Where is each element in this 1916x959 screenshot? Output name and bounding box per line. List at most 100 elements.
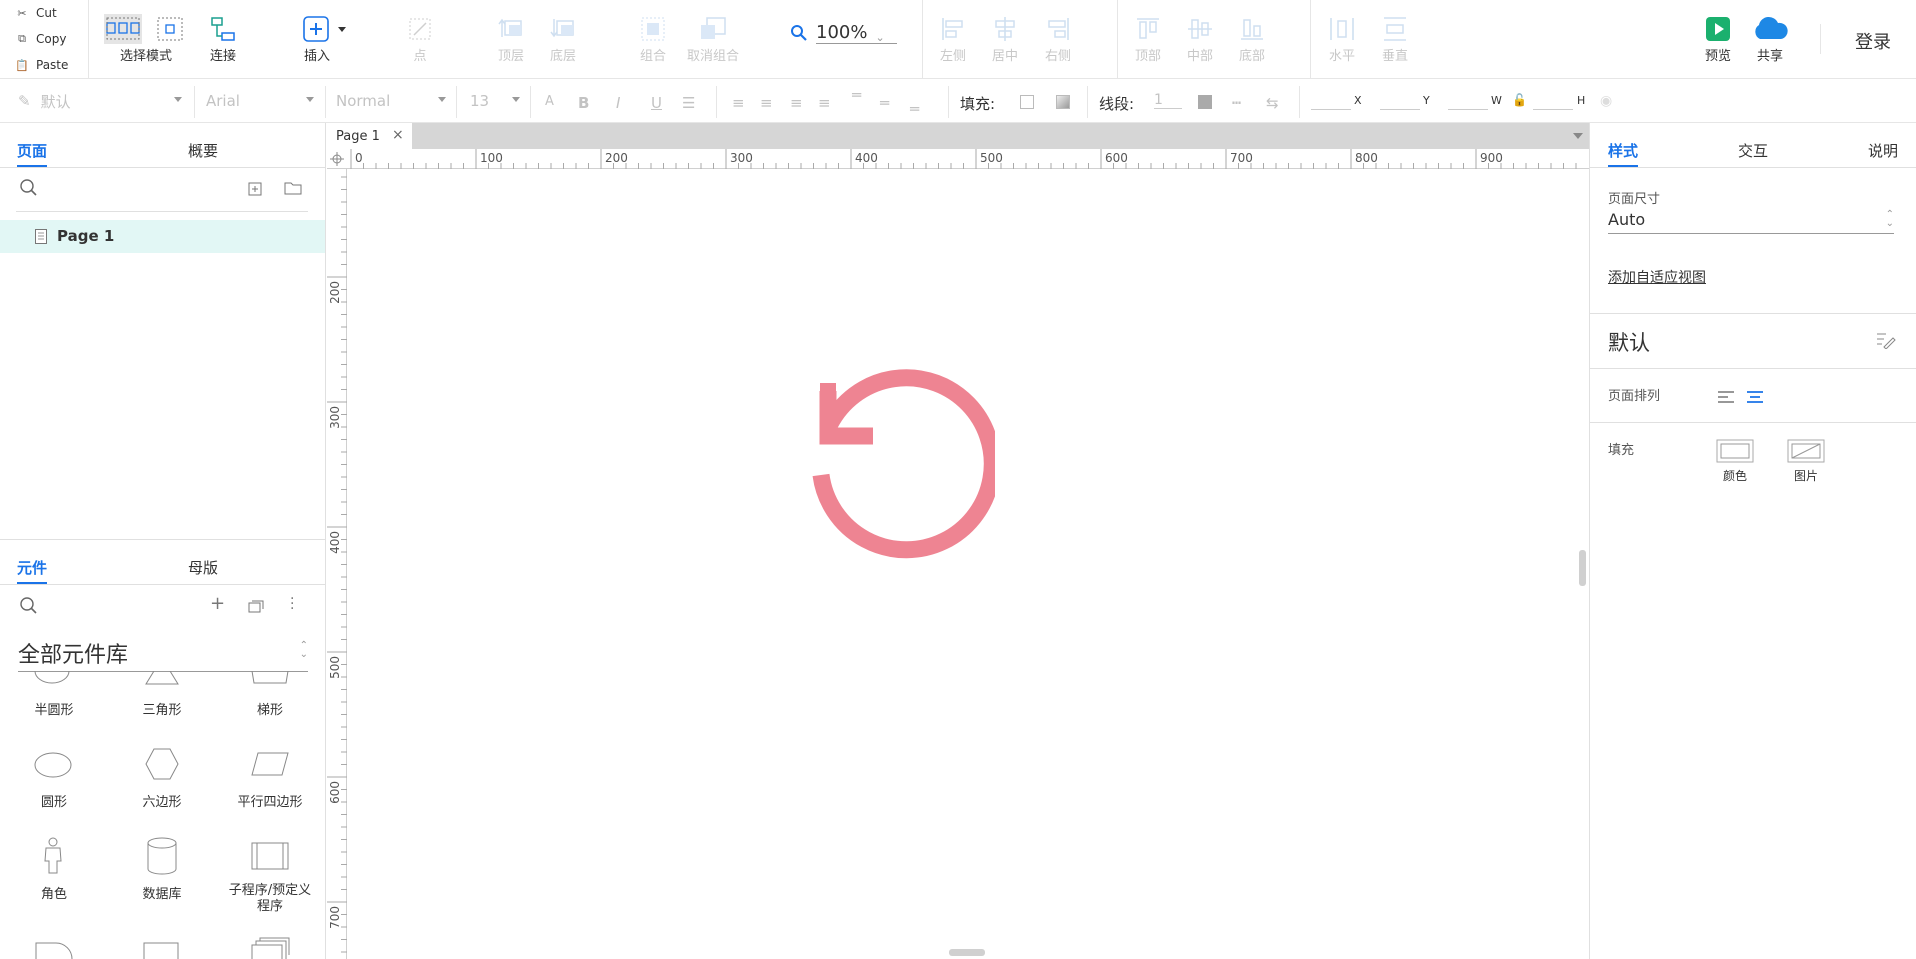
bold-icon[interactable]: B (578, 94, 589, 112)
divider (0, 167, 326, 168)
widget-circle[interactable]: 圆形 (0, 743, 108, 823)
add-folder-icon[interactable] (284, 180, 302, 199)
canvas-area[interactable]: Page 1 × 0 100 200 300 400 500 600 700 800 900 20… (327, 123, 1589, 959)
w-input[interactable] (1448, 92, 1488, 110)
tab-widgets[interactable]: 元件 (17, 557, 47, 578)
align-left-button[interactable]: 左侧 (938, 8, 968, 64)
font-family-dropdown[interactable]: Arial (206, 88, 314, 114)
ungroup-button[interactable]: 取消组合 (687, 8, 739, 64)
align-center-button[interactable]: 居中 (990, 8, 1020, 64)
distribute-vertical-button[interactable]: 垂直 (1380, 8, 1410, 64)
lock-icon[interactable]: 🔓 (1512, 93, 1527, 107)
valign-middle-icon[interactable]: ═ (880, 94, 889, 112)
login-link[interactable]: 登录 (1855, 28, 1891, 54)
preview-button[interactable]: 预览 (1703, 8, 1733, 64)
h-input[interactable] (1533, 92, 1573, 110)
divider (1590, 422, 1916, 423)
fill-image-option[interactable]: 图片 (1786, 439, 1826, 484)
valign-top-icon[interactable]: ═ (852, 86, 861, 104)
tab-masters[interactable]: 母版 (188, 557, 218, 578)
ruler-label: 700 (1230, 151, 1253, 165)
widget-search-icon[interactable] (20, 597, 38, 619)
stroke-color-swatch[interactable] (1198, 95, 1212, 109)
stroke-pattern-icon[interactable]: ┅ (1232, 94, 1241, 112)
distribute-horizontal-button[interactable]: 水平 (1327, 8, 1357, 64)
bottom-layer-button[interactable]: 底层 (548, 8, 578, 64)
insert-button[interactable]: 插入 (302, 8, 350, 64)
text-align-right-icon[interactable]: ≡ (790, 94, 803, 112)
library-stack-icon[interactable] (248, 598, 264, 617)
stroke-width-input[interactable]: 1 (1154, 92, 1182, 109)
widget-parallelogram[interactable]: 平行四边形 (216, 743, 324, 823)
search-icon[interactable] (20, 179, 38, 201)
add-library-icon[interactable]: + (210, 593, 225, 614)
text-align-left-icon[interactable]: ≡ (732, 94, 745, 112)
widget-hexagon[interactable]: 六边形 (108, 743, 216, 823)
vertical-scrollbar-thumb[interactable] (1579, 550, 1586, 586)
fill-color-icon (1716, 439, 1754, 463)
select-mode-button[interactable]: 选择模式 (104, 8, 188, 64)
style-dropdown[interactable]: ✎ 默认 (18, 88, 182, 114)
chevron-down-icon (438, 97, 446, 102)
font-color-icon[interactable]: A (545, 94, 554, 109)
text-justify-icon[interactable]: ≡ (818, 94, 831, 112)
font-weight-dropdown[interactable]: Normal (336, 88, 446, 114)
tab-notes[interactable]: 说明 (1868, 140, 1898, 161)
align-right-button[interactable]: 右侧 (1043, 8, 1073, 64)
tab-page-1[interactable]: Page 1 × (327, 123, 412, 149)
x-input[interactable] (1311, 92, 1351, 110)
align-top-button[interactable]: 顶部 (1133, 8, 1163, 64)
align-middle-button[interactable]: 中部 (1185, 8, 1215, 64)
copy-button[interactable]: ⧉ Copy (0, 26, 88, 52)
fill-color-swatch[interactable] (1020, 95, 1034, 109)
paste-button[interactable]: 📋 Paste (0, 52, 88, 78)
text-align-center-icon[interactable]: ≡ (760, 94, 773, 112)
tab-outline[interactable]: 概要 (188, 140, 218, 161)
tab-style[interactable]: 样式 (1608, 140, 1638, 161)
fill-color-option[interactable]: 颜色 (1715, 439, 1755, 484)
top-layer-button[interactable]: 顶层 (496, 8, 526, 64)
widget-multi-document[interactable] (250, 937, 290, 959)
widget-subroutine[interactable]: 子程序/预定义程序 (216, 835, 324, 923)
tab-interaction[interactable]: 交互 (1738, 140, 1768, 161)
point-button[interactable]: 点 (405, 8, 435, 64)
page-align-center-icon[interactable] (1746, 389, 1764, 408)
valign-bottom-icon[interactable]: ═ (910, 100, 919, 118)
tab-overflow-chevron-icon[interactable] (1573, 133, 1583, 139)
cut-button[interactable]: ✂ Cut (0, 0, 88, 26)
group-button[interactable]: 组合 (638, 8, 668, 64)
edit-style-icon[interactable] (1876, 331, 1896, 353)
library-dropdown[interactable]: 全部元件库 ⌃ ⌄ (18, 637, 308, 672)
underline-icon[interactable]: U (651, 94, 662, 112)
y-input[interactable] (1380, 92, 1420, 110)
bullet-list-icon[interactable]: ☰ (682, 94, 695, 112)
widget-actor[interactable]: 角色 (0, 835, 108, 915)
share-button[interactable]: 共享 (1750, 8, 1790, 64)
widget-triangle[interactable]: 三角形 (108, 671, 216, 739)
font-size-dropdown[interactable]: 13 (470, 88, 520, 114)
widget-document-shape[interactable] (142, 941, 182, 959)
connect-button[interactable]: 连接 (208, 8, 238, 64)
page-size-select[interactable]: Auto ⌃ ⌄ (1608, 210, 1894, 234)
close-icon[interactable]: × (392, 127, 404, 143)
horizontal-scrollbar-thumb[interactable] (949, 949, 985, 956)
align-bottom-button[interactable]: 底部 (1237, 8, 1267, 64)
divider (88, 0, 89, 79)
arrow-style-icon[interactable]: ⇆ (1266, 94, 1279, 112)
widget-database[interactable]: 数据库 (108, 835, 216, 915)
visibility-eye-icon[interactable]: ◉ (1600, 93, 1612, 109)
add-page-icon[interactable] (248, 181, 262, 200)
zoom-search-icon (791, 25, 807, 41)
zoom-control[interactable]: 100% ⌄ (790, 22, 907, 44)
page-align-left-icon[interactable] (1717, 389, 1735, 408)
zoom-value[interactable]: 100% (816, 22, 898, 44)
add-adaptive-view-link[interactable]: 添加自适应视图 (1608, 267, 1706, 287)
more-options-icon[interactable]: · · · (290, 592, 294, 616)
widget-trapezoid[interactable]: 梯形 (216, 671, 324, 739)
tab-pages[interactable]: 页面 (17, 140, 47, 161)
fill-gradient-swatch[interactable] (1056, 95, 1070, 109)
page-list-item[interactable]: Page 1 (0, 220, 325, 253)
widget-semicircle[interactable]: 半圆形 (0, 671, 108, 739)
italic-icon[interactable]: I (616, 94, 620, 112)
widget-delay-shape[interactable] (34, 941, 74, 959)
